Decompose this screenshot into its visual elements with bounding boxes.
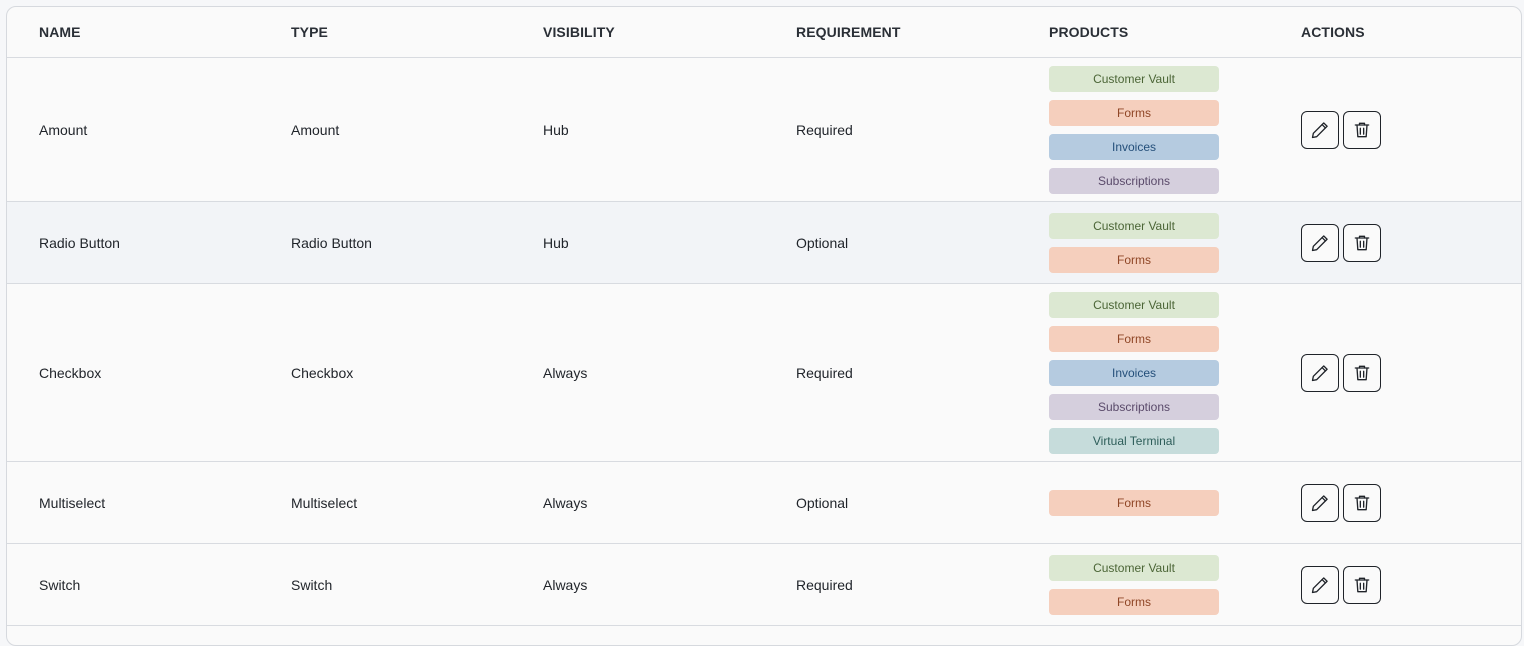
trash-icon [1352,120,1372,140]
delete-button[interactable] [1343,483,1381,522]
column-header-visibility: VISIBILITY [543,24,615,40]
product-tag: Forms [1049,99,1219,126]
pencil-icon [1310,120,1330,140]
product-tag: Virtual Terminal [1049,427,1219,454]
row-actions [1301,110,1381,149]
pencil-icon [1310,233,1330,253]
cell-visibility: Always [543,576,588,593]
edit-button[interactable] [1301,353,1339,392]
delete-button[interactable] [1343,223,1381,262]
edit-button[interactable] [1301,110,1339,149]
cell-type: Amount [291,121,340,138]
product-tag: Forms [1049,246,1219,273]
cell-name: Switch [39,576,81,593]
column-header-requirement: REQUIREMENT [796,24,901,40]
delete-button[interactable] [1343,110,1381,149]
table-header: NAME TYPE VISIBILITY REQUIREMENT PRODUCT… [7,7,1521,58]
column-header-type: TYPE [291,24,328,40]
cell-requirement: Required [796,576,853,593]
trash-icon [1352,493,1372,513]
trash-icon [1352,575,1372,595]
cell-visibility: Hub [543,234,569,251]
table-row: Amount Amount Hub Required Customer Vault For… [7,58,1521,202]
product-tag: Customer Vault [1049,554,1219,581]
product-tags: Customer Vault Forms Invoices Subscriptions… [1049,291,1219,454]
cell-visibility: Always [543,364,588,381]
product-tag: Subscriptions [1049,393,1219,420]
edit-button[interactable] [1301,223,1339,262]
table-row: Radio Button Radio Button Hub Optional Custo… [7,202,1521,284]
product-tag: Customer Vault [1049,212,1219,239]
cell-name: Amount [39,121,88,138]
custom-fields-table: NAME TYPE VISIBILITY REQUIREMENT PRODUCT… [6,6,1522,646]
cell-name: Multiselect [39,494,106,511]
edit-button[interactable] [1301,565,1339,604]
cell-requirement: Optional [796,234,849,251]
product-tags: Forms [1049,489,1219,516]
trash-icon [1352,233,1372,253]
product-tag: Invoices [1049,359,1219,386]
product-tag: Forms [1049,325,1219,352]
product-tag: Customer Vault [1049,65,1219,92]
pencil-icon [1310,493,1330,513]
cell-type: Checkbox [291,364,354,381]
pencil-icon [1310,363,1330,383]
product-tag: Forms [1049,588,1219,615]
product-tag: Forms [1049,489,1219,516]
trash-icon [1352,363,1372,383]
cell-type: Switch [291,576,333,593]
cell-visibility: Hub [543,121,569,138]
cell-name: Checkbox [39,364,102,381]
delete-button[interactable] [1343,565,1381,604]
table-row: Multiselect Multiselect Always Optional Form… [7,462,1521,544]
product-tag: Subscriptions [1049,167,1219,194]
row-actions [1301,353,1381,392]
edit-button[interactable] [1301,483,1339,522]
table-row: Checkbox Checkbox Always Required Customer V… [7,284,1521,462]
cell-type: Multiselect [291,494,358,511]
table-row: Switch Switch Always Required Customer Vault… [7,544,1521,626]
row-actions [1301,223,1381,262]
delete-button[interactable] [1343,353,1381,392]
column-header-actions: ACTIONS [1301,24,1365,40]
cell-name: Radio Button [39,234,120,251]
cell-requirement: Required [796,121,853,138]
table-row [7,626,1521,645]
cell-visibility: Always [543,494,588,511]
cell-type: Radio Button [291,234,372,251]
cell-requirement: Required [796,364,853,381]
row-actions [1301,565,1381,604]
row-actions [1301,483,1381,522]
product-tags: Customer Vault Forms [1049,212,1219,273]
product-tag: Customer Vault [1049,291,1219,318]
product-tags: Customer Vault Forms [1049,554,1219,615]
cell-requirement: Optional [796,494,849,511]
product-tags: Customer Vault Forms Invoices Subscriptions [1049,65,1219,194]
column-header-products: PRODUCTS [1049,24,1129,40]
pencil-icon [1310,575,1330,595]
column-header-name: NAME [39,24,81,40]
product-tag: Invoices [1049,133,1219,160]
